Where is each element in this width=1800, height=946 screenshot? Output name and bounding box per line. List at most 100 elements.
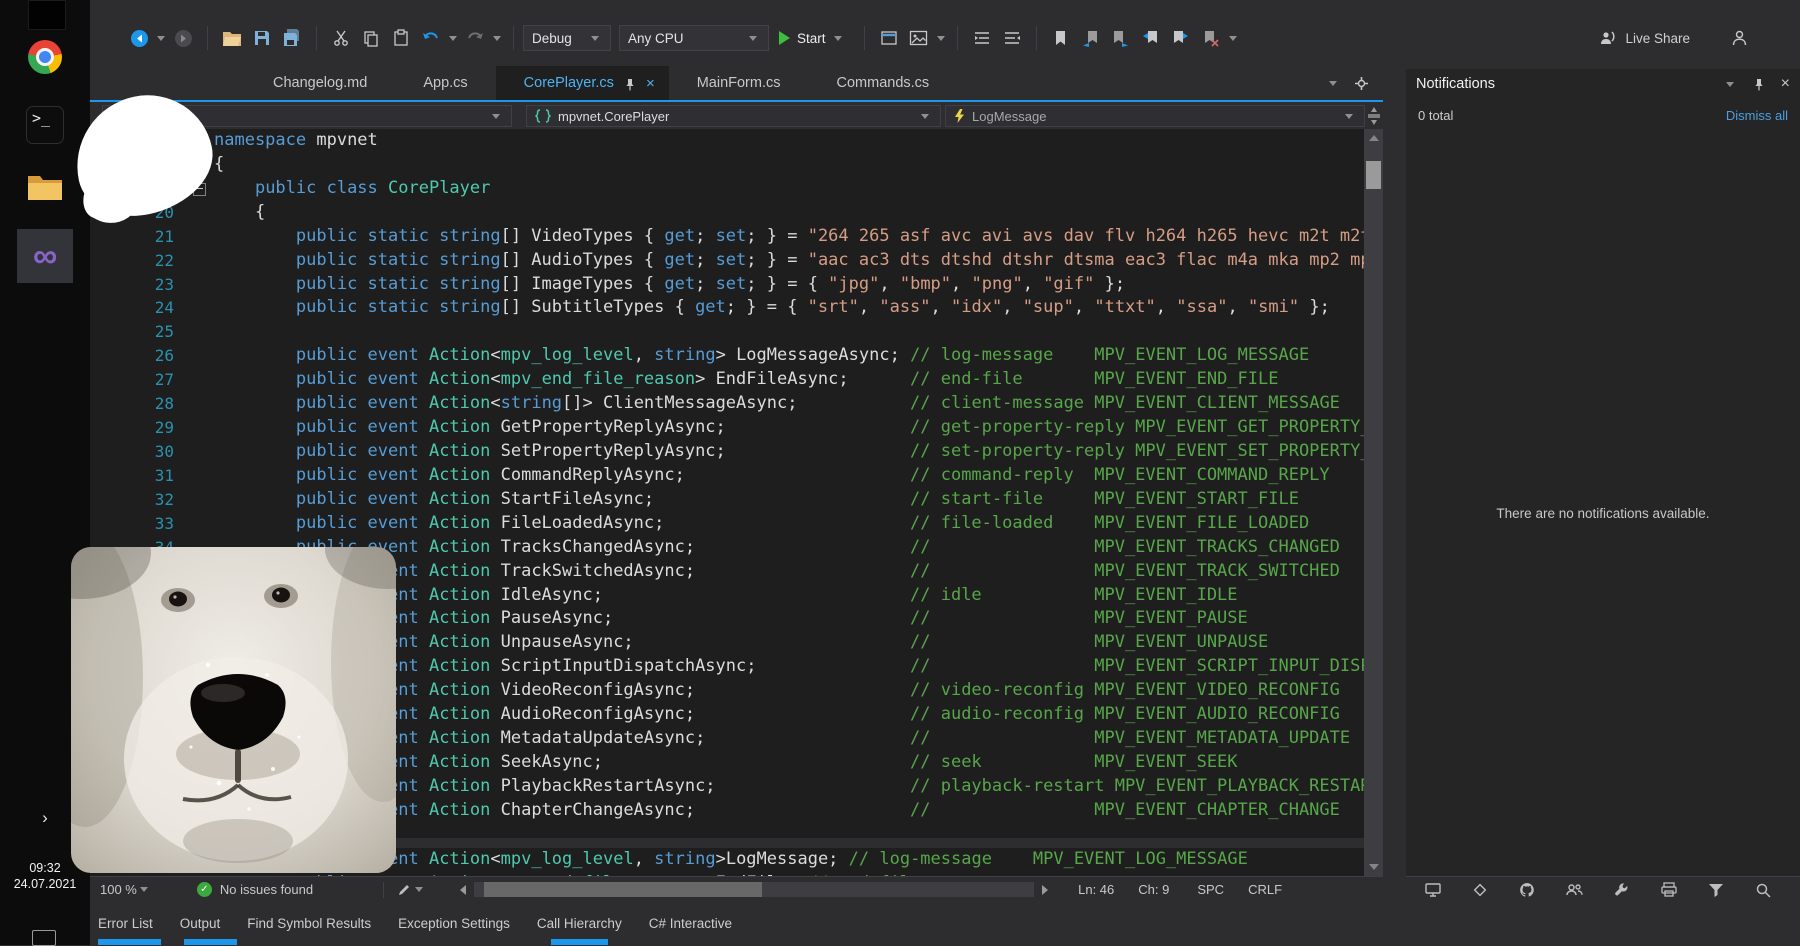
code-line[interactable]: 27 public event Action<mpv_end_file_reas… xyxy=(90,368,1364,392)
next-bookmark-button[interactable] xyxy=(1110,27,1132,49)
diamond-icon[interactable] xyxy=(1471,881,1489,899)
undo-caret-icon[interactable] xyxy=(449,36,457,41)
code-line[interactable]: 17namespace mpvnet xyxy=(90,129,1364,153)
file-explorer-icon[interactable] xyxy=(27,172,63,202)
close-tab-icon[interactable]: × xyxy=(646,75,655,92)
code-line[interactable]: 25 xyxy=(90,320,1364,344)
vertical-scrollbar-thumb[interactable] xyxy=(1366,161,1381,189)
tab-output[interactable]: Output xyxy=(180,916,221,931)
screenshot-image-button[interactable] xyxy=(908,27,930,49)
editor-vertical-scrollbar[interactable] xyxy=(1364,129,1383,876)
code-line[interactable]: 20 { xyxy=(90,201,1364,225)
panel-menu-caret-icon[interactable] xyxy=(1726,82,1734,87)
code-line[interactable]: 28 public event Action<string[]> ClientM… xyxy=(90,392,1364,416)
code-line[interactable]: 31 public event Action CommandReplyAsync… xyxy=(90,464,1364,488)
save-button[interactable] xyxy=(251,27,273,49)
scroll-right-arrow-icon[interactable] xyxy=(1042,885,1048,895)
tab-coreplayer[interactable]: CorePlayer.cs × xyxy=(496,66,669,100)
taskbar-app-tile[interactable] xyxy=(28,0,66,30)
feedback-button[interactable] xyxy=(1728,27,1750,49)
code-line[interactable]: 22 public static string[] AudioTypes { g… xyxy=(90,249,1364,273)
tab-exception-settings[interactable]: Exception Settings xyxy=(398,916,510,931)
document-list-caret-icon[interactable] xyxy=(1329,81,1337,86)
column-indicator[interactable]: Ch: 9 xyxy=(1138,882,1169,897)
issues-status-label[interactable]: No issues found xyxy=(220,882,313,897)
save-all-button[interactable] xyxy=(281,27,303,49)
previous-bookmark-button[interactable] xyxy=(1080,27,1102,49)
clear-bookmarks-button[interactable] xyxy=(1200,27,1222,49)
search-icon[interactable] xyxy=(1754,881,1772,899)
open-file-button[interactable] xyxy=(221,27,243,49)
zoom-caret-icon[interactable] xyxy=(140,887,148,892)
horizontal-scrollbar-thumb[interactable] xyxy=(484,882,762,897)
cut-button[interactable] xyxy=(330,27,352,49)
split-editor-button[interactable] xyxy=(1367,107,1381,125)
previous-bookmark-folder-button[interactable] xyxy=(1140,27,1162,49)
show-desktop-button[interactable] xyxy=(32,930,56,946)
line-indicator[interactable]: Ln: 46 xyxy=(1078,882,1114,897)
code-line[interactable]: 26 public event Action<mpv_log_level, st… xyxy=(90,344,1364,368)
outdent-lines-button[interactable] xyxy=(1001,27,1023,49)
filter-icon[interactable] xyxy=(1707,881,1725,899)
scroll-down-arrow-icon[interactable] xyxy=(1369,864,1379,870)
tab-mainform[interactable]: MainForm.cs xyxy=(669,66,809,100)
navigate-back-caret-icon[interactable] xyxy=(157,36,165,41)
edit-marks-caret-icon[interactable] xyxy=(415,887,423,892)
tab-csharp-interactive[interactable]: C# Interactive xyxy=(649,916,732,931)
terminal-icon[interactable]: >_ xyxy=(26,106,64,144)
code-line[interactable]: 24 public static string[] SubtitleTypes … xyxy=(90,296,1364,320)
indent-lines-button[interactable] xyxy=(971,27,993,49)
scroll-left-arrow-icon[interactable] xyxy=(460,885,466,895)
dismiss-all-link[interactable]: Dismiss all xyxy=(1726,108,1788,123)
code-line[interactable]: 33 public event Action FileLoadedAsync; … xyxy=(90,512,1364,536)
paste-button[interactable] xyxy=(390,27,412,49)
code-line[interactable]: 30 public event Action SetPropertyReplyA… xyxy=(90,440,1364,464)
zoom-level-dropdown[interactable]: 100 % xyxy=(100,882,137,897)
toggle-bookmark-button[interactable] xyxy=(1050,27,1072,49)
printer-icon[interactable] xyxy=(1660,881,1678,899)
attach-window-button[interactable] xyxy=(878,27,900,49)
undo-button[interactable] xyxy=(420,27,442,49)
tab-changelog[interactable]: Changelog.md xyxy=(245,66,395,100)
navigate-back-button[interactable] xyxy=(128,27,150,49)
spaces-indicator[interactable]: SPC xyxy=(1197,882,1224,897)
github-icon[interactable] xyxy=(1518,881,1536,899)
panel-pin-icon[interactable] xyxy=(1753,78,1765,91)
tab-find-symbol-results[interactable]: Find Symbol Results xyxy=(247,916,371,931)
code-line[interactable]: 18{ xyxy=(90,153,1364,177)
redo-caret-icon[interactable] xyxy=(493,36,501,41)
monitor-icon[interactable] xyxy=(1424,881,1442,899)
navigate-forward-button[interactable] xyxy=(172,27,194,49)
panel-close-icon[interactable]: × xyxy=(1781,75,1790,93)
screenshot-caret-icon[interactable] xyxy=(937,36,945,41)
line-ending-indicator[interactable]: CRLF xyxy=(1248,882,1282,897)
wrench-icon[interactable] xyxy=(1613,881,1631,899)
redo-button[interactable] xyxy=(464,27,486,49)
tab-call-hierarchy[interactable]: Call Hierarchy xyxy=(537,916,622,931)
people-icon[interactable] xyxy=(1565,881,1584,899)
tab-error-list[interactable]: Error List xyxy=(98,916,153,931)
chrome-icon[interactable] xyxy=(28,40,62,74)
code-line[interactable]: 29 public event Action GetPropertyReplyA… xyxy=(90,416,1364,440)
code-line[interactable]: 23 public static string[] ImageTypes { g… xyxy=(90,273,1364,297)
horizontal-scrollbar[interactable] xyxy=(474,882,1034,897)
platform-dropdown[interactable]: Any CPU xyxy=(619,25,769,51)
notifications-header[interactable]: Notifications × xyxy=(1406,69,1800,99)
member-dropdown[interactable]: LogMessage xyxy=(945,105,1365,127)
tab-options-gear-icon[interactable] xyxy=(1354,76,1369,91)
live-share-button[interactable]: Live Share xyxy=(1598,29,1690,47)
debug-configuration-dropdown[interactable]: Debug xyxy=(523,25,611,51)
toolbar-overflow-caret-icon[interactable] xyxy=(1229,36,1237,41)
scroll-up-arrow-icon[interactable] xyxy=(1369,135,1379,141)
pin-icon[interactable] xyxy=(624,78,636,91)
tab-app[interactable]: App.cs xyxy=(395,66,495,100)
code-line[interactable]: 21 public static string[] VideoTypes { g… xyxy=(90,225,1364,249)
code-line[interactable]: 19 public class CorePlayer xyxy=(90,177,1364,201)
copy-button[interactable] xyxy=(360,27,382,49)
tab-commands[interactable]: Commands.cs xyxy=(809,66,958,100)
visual-studio-icon[interactable]: ∞ xyxy=(17,229,73,283)
type-dropdown[interactable]: mpvnet.CorePlayer xyxy=(526,105,941,127)
next-bookmark-folder-button[interactable] xyxy=(1170,27,1192,49)
edit-marks-pencil-icon[interactable] xyxy=(396,882,412,898)
code-line[interactable]: 32 public event Action StartFileAsync; /… xyxy=(90,488,1364,512)
